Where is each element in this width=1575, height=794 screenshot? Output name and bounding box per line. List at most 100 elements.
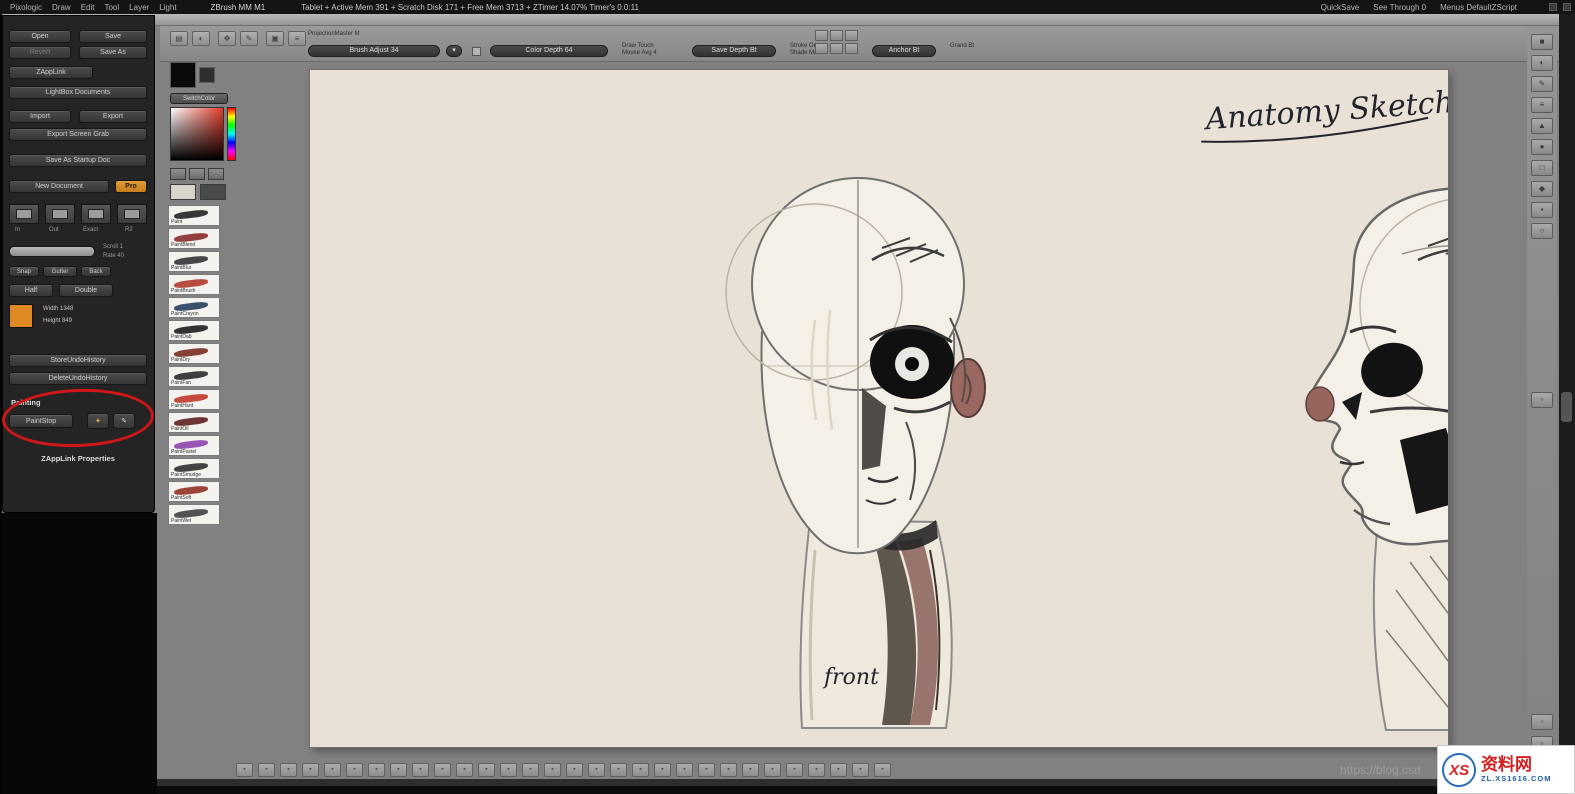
- move-tool-icon[interactable]: ✥: [218, 31, 236, 46]
- snapshot-grid-icon[interactable]: [845, 43, 858, 54]
- frame-tool-icon[interactable]: ▣: [266, 31, 284, 46]
- brush-adjust-slider[interactable]: Brush Adjust 34: [308, 45, 440, 57]
- bottom-shelf-button[interactable]: ▪: [830, 763, 847, 777]
- menubar-status-item[interactable]: See Through 0: [1373, 3, 1426, 12]
- bottom-shelf-button[interactable]: ▪: [236, 763, 253, 777]
- bottom-shelf-button[interactable]: ▪: [478, 763, 495, 777]
- alpha-icon[interactable]: [208, 168, 224, 180]
- export-button[interactable]: Export: [79, 110, 147, 123]
- brush-thumbnail[interactable]: Paint: [168, 205, 220, 226]
- snapshot-grid-icon[interactable]: [830, 30, 843, 41]
- menu-item[interactable]: Draw: [52, 3, 71, 12]
- store-undo-history-button[interactable]: StoreUndoHistory: [9, 354, 147, 367]
- bottom-shelf-button[interactable]: ▪: [610, 763, 627, 777]
- zoom-in-icon[interactable]: [9, 204, 39, 224]
- color-picker-square[interactable]: [170, 107, 224, 161]
- palette-icon[interactable]: ✦: [87, 413, 109, 429]
- snapshot-grid-icon[interactable]: [815, 43, 828, 54]
- window-menu-icon[interactable]: [1563, 3, 1571, 11]
- bottom-shelf-button[interactable]: ▪: [544, 763, 561, 777]
- zoom-out-icon[interactable]: [45, 204, 75, 224]
- brush-thumbnail[interactable]: PaintWet: [168, 504, 220, 525]
- hue-strip[interactable]: [227, 107, 236, 161]
- scroll-tool-icon[interactable]: ▤: [170, 31, 188, 46]
- bottom-shelf-button[interactable]: ▪: [390, 763, 407, 777]
- bottom-shelf-button[interactable]: ▪: [302, 763, 319, 777]
- draw-tool-icon[interactable]: ✎: [240, 31, 258, 46]
- secondary-color-swatch[interactable]: [199, 67, 215, 83]
- bottom-shelf-button[interactable]: ▪: [280, 763, 297, 777]
- pro-toggle[interactable]: Pro: [115, 180, 147, 193]
- menu-item[interactable]: Pixologic: [10, 3, 42, 12]
- snapshot-grid-icon[interactable]: [815, 30, 828, 41]
- brush-thumbnail[interactable]: PaintBlur: [168, 251, 220, 272]
- export-screen-grab-button[interactable]: Export Screen Grab: [9, 128, 147, 141]
- window-controls-icon[interactable]: [1549, 3, 1557, 11]
- bottom-shelf-button[interactable]: ▪: [698, 763, 715, 777]
- menubar-status-item[interactable]: QuickSave: [1321, 3, 1360, 12]
- menu-item[interactable]: Light: [159, 3, 176, 12]
- save-button[interactable]: Save: [79, 30, 147, 43]
- bottom-shelf-button[interactable]: ▪: [588, 763, 605, 777]
- import-button[interactable]: Import: [9, 110, 71, 123]
- gradient-icon[interactable]: [170, 168, 186, 180]
- paintstop-button[interactable]: PaintStop: [9, 414, 73, 428]
- bottom-shelf-button[interactable]: ▪: [258, 763, 275, 777]
- brush-thumbnail[interactable]: PaintOil: [168, 412, 220, 433]
- anchor-button[interactable]: Anchor Bt: [872, 45, 936, 57]
- zapplink-button[interactable]: ZAppLink: [9, 66, 93, 79]
- new-document-button[interactable]: New Document: [9, 180, 109, 193]
- bottom-shelf-button[interactable]: ▪: [500, 763, 517, 777]
- gutter-button[interactable]: Gutter: [43, 266, 77, 277]
- right-shelf-button[interactable]: ▪: [1531, 202, 1553, 218]
- projection-master-label[interactable]: ProjectionMaster M: [308, 31, 360, 38]
- bottom-shelf-button[interactable]: ▪: [412, 763, 429, 777]
- right-shelf-button[interactable]: ▫: [1531, 714, 1553, 730]
- brush-thumbnail[interactable]: PaintSoft: [168, 481, 220, 502]
- revert-button[interactable]: Revert: [9, 46, 71, 59]
- menu-item[interactable]: Tool: [104, 3, 119, 12]
- right-shelf-button[interactable]: ●: [1531, 139, 1553, 155]
- right-shelf-button[interactable]: ◆: [1531, 181, 1553, 197]
- brush-thumbnail[interactable]: PaintDab: [168, 320, 220, 341]
- right-shelf-button[interactable]: ▫: [1531, 392, 1553, 408]
- bottom-shelf-button[interactable]: ▪: [566, 763, 583, 777]
- brush-thumbnail[interactable]: PaintCrayon: [168, 297, 220, 318]
- color-depth-checkbox[interactable]: [472, 47, 481, 56]
- save-depth-button[interactable]: Save Depth Bt: [692, 45, 776, 57]
- brush-thumbnail[interactable]: PaintDry: [168, 343, 220, 364]
- bottom-shelf-button[interactable]: ▪: [742, 763, 759, 777]
- snap-button[interactable]: Snap: [9, 266, 39, 277]
- bottom-shelf-button[interactable]: ▪: [654, 763, 671, 777]
- lightbox-documents-button[interactable]: LightBox Documents: [9, 86, 147, 99]
- bottom-shelf-button[interactable]: ▪: [346, 763, 363, 777]
- brush-thumbnail[interactable]: PaintHard: [168, 389, 220, 410]
- snapshot-grid-icon[interactable]: [830, 43, 843, 54]
- alpha-preview-tile[interactable]: [200, 184, 226, 200]
- snapshot-grid-icon[interactable]: [845, 30, 858, 41]
- bottom-shelf-button[interactable]: ▪: [324, 763, 341, 777]
- right-shelf-button[interactable]: ○: [1531, 223, 1553, 239]
- stroke-preview-tile[interactable]: [170, 184, 196, 200]
- open-button[interactable]: Open: [9, 30, 71, 43]
- right-shelf-button[interactable]: ■: [1531, 34, 1553, 50]
- back-color-swatch[interactable]: [9, 304, 33, 328]
- brush-thumbnail[interactable]: PaintBlend: [168, 228, 220, 249]
- menu-item[interactable]: Layer: [129, 3, 149, 12]
- pencil-icon[interactable]: ✎: [113, 413, 135, 429]
- back-button[interactable]: Back: [81, 266, 111, 277]
- right-shelf-button[interactable]: ≡: [1531, 97, 1553, 113]
- dropdown-arrow-icon[interactable]: ▾: [446, 45, 462, 57]
- right-shelf-button[interactable]: □: [1531, 160, 1553, 176]
- main-color-swatch[interactable]: [170, 62, 196, 88]
- bottom-shelf-button[interactable]: ▪: [808, 763, 825, 777]
- half-button[interactable]: Half: [9, 284, 53, 297]
- range-slider[interactable]: [9, 246, 95, 257]
- right-shelf-button[interactable]: ▲: [1531, 118, 1553, 134]
- brush-thumbnail[interactable]: PaintPastel: [168, 435, 220, 456]
- bottom-shelf-button[interactable]: ▪: [434, 763, 451, 777]
- bottom-shelf-button[interactable]: ▪: [852, 763, 869, 777]
- bottom-shelf-button[interactable]: ▪: [764, 763, 781, 777]
- texture-icon[interactable]: [189, 168, 205, 180]
- bottom-shelf-button[interactable]: ▪: [720, 763, 737, 777]
